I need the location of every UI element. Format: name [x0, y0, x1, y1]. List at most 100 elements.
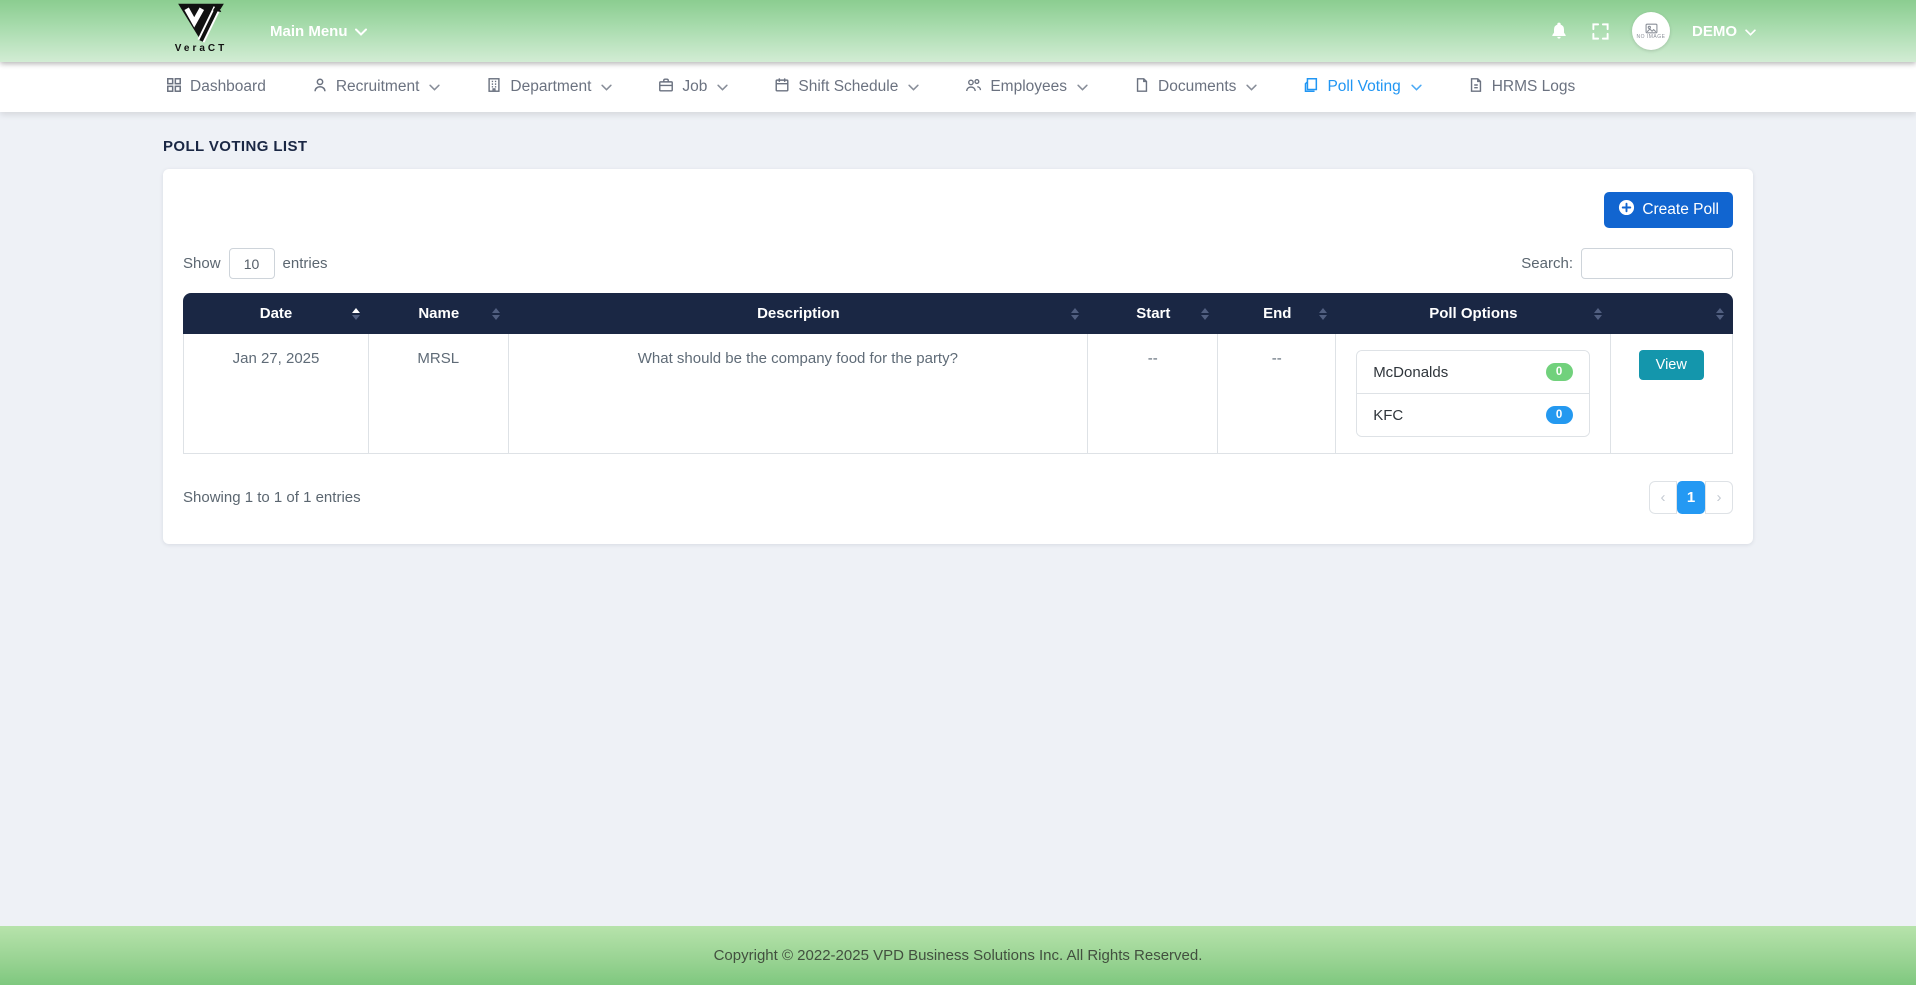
search-input[interactable] [1581, 248, 1733, 279]
nav-item-documents[interactable]: Documents [1134, 77, 1257, 98]
poll-list-card: Create Poll Show 10 entries Search: [163, 169, 1753, 544]
nav-item-recruitment[interactable]: Recruitment [312, 77, 441, 98]
poll-option-label: McDonalds [1373, 364, 1448, 381]
cell-end: -- [1218, 334, 1336, 454]
nav-item-label: Poll Voting [1327, 78, 1400, 96]
app-root: VeraCT Main Menu NO IMAGE DEMO [0, 0, 1916, 985]
pagination-prev-button[interactable]: ‹ [1649, 481, 1677, 514]
topbar-actions: NO IMAGE DEMO [1549, 0, 1756, 62]
calendar-icon [774, 77, 790, 98]
nav-item-label: Shift Schedule [798, 78, 898, 96]
nav-item-label: Job [682, 78, 707, 96]
cell-date: Jan 27, 2025 [183, 334, 369, 454]
main-menu-button[interactable]: Main Menu [270, 23, 367, 40]
fullscreen-icon[interactable] [1591, 22, 1610, 41]
main-nav: Dashboard Recruitment Department Job Shi… [0, 62, 1916, 112]
chevron-down-icon [429, 78, 440, 96]
chevron-down-icon [601, 78, 612, 96]
table-row: Jan 27, 2025 MRSL What should be the com… [183, 334, 1733, 454]
poll-option-item: KFC 0 [1357, 393, 1588, 436]
column-header-description[interactable]: Description [509, 293, 1089, 334]
nav-item-shift-schedule[interactable]: Shift Schedule [774, 77, 919, 98]
building-icon [486, 77, 502, 98]
table-footer: Showing 1 to 1 of 1 entries ‹ 1 › [183, 481, 1733, 514]
poll-icon [1303, 77, 1319, 98]
sort-icon [352, 308, 360, 320]
chevron-down-icon [1745, 23, 1756, 40]
plus-circle-icon [1618, 199, 1635, 221]
entries-label: entries [283, 255, 328, 272]
table-controls: Show 10 entries Search: [183, 248, 1733, 279]
poll-option-count-badge: 0 [1546, 406, 1573, 424]
create-poll-label: Create Poll [1642, 201, 1719, 219]
search-control: Search: [1521, 248, 1733, 279]
nav-item-employees[interactable]: Employees [965, 77, 1088, 98]
column-header-end[interactable]: End [1218, 293, 1336, 334]
cell-actions: View [1611, 334, 1733, 454]
avatar[interactable]: NO IMAGE [1632, 12, 1670, 50]
people-icon [965, 77, 982, 98]
nav-item-label: Dashboard [190, 78, 266, 96]
poll-option-item: McDonalds 0 [1357, 351, 1588, 393]
cell-description: What should be the company food for the … [509, 334, 1089, 454]
card-toolbar: Create Poll [183, 192, 1733, 228]
user-menu[interactable]: DEMO [1692, 23, 1756, 40]
view-button[interactable]: View [1639, 350, 1704, 380]
page-title: POLL VOTING LIST [163, 138, 1753, 155]
main-menu-label: Main Menu [270, 23, 348, 40]
nav-item-label: Recruitment [336, 78, 420, 96]
copyright-text: Copyright © 2022-2025 VPD Business Solut… [714, 947, 1203, 964]
pagination-page-1-button[interactable]: 1 [1677, 481, 1705, 514]
nav-item-hrms-logs[interactable]: HRMS Logs [1468, 77, 1576, 98]
column-header-poll-options[interactable]: Poll Options [1336, 293, 1610, 334]
poll-options-list: McDonalds 0 KFC 0 [1356, 350, 1589, 437]
column-header-actions[interactable] [1611, 293, 1733, 334]
chevron-down-icon [717, 78, 728, 96]
cell-name: MRSL [369, 334, 509, 454]
create-poll-button[interactable]: Create Poll [1604, 192, 1733, 228]
cell-poll-options: McDonalds 0 KFC 0 [1336, 334, 1610, 454]
main-content: POLL VOTING LIST Create Poll Show 10 ent… [0, 112, 1916, 926]
log-file-icon [1468, 77, 1484, 98]
page-length-select[interactable]: 10 [229, 248, 275, 279]
sort-icon [1594, 308, 1602, 320]
column-header-start[interactable]: Start [1088, 293, 1218, 334]
chevron-down-icon [1411, 78, 1422, 96]
sort-icon [1319, 308, 1327, 320]
nav-item-label: Department [510, 78, 591, 96]
nav-item-label: HRMS Logs [1492, 78, 1576, 96]
sort-icon [492, 308, 500, 320]
poll-option-count-badge: 0 [1546, 363, 1573, 381]
nav-item-dashboard[interactable]: Dashboard [166, 77, 266, 98]
nav-item-label: Documents [1158, 78, 1236, 96]
length-control: Show 10 entries [183, 248, 328, 279]
sort-icon [1071, 308, 1079, 320]
nav-item-job[interactable]: Job [658, 77, 728, 98]
pagination-next-button[interactable]: › [1705, 481, 1733, 514]
chevron-down-icon [908, 78, 919, 96]
cell-start: -- [1088, 334, 1218, 454]
document-icon [1134, 77, 1150, 98]
sort-icon [1716, 308, 1724, 320]
pagination: ‹ 1 › [1649, 481, 1733, 514]
avatar-placeholder-text: NO IMAGE [1636, 34, 1665, 40]
poll-table: Date Name Description Start End Poll Opt… [183, 293, 1733, 454]
nav-item-label: Employees [990, 78, 1067, 96]
chevron-down-icon [1077, 78, 1088, 96]
poll-option-label: KFC [1373, 407, 1403, 424]
table-info: Showing 1 to 1 of 1 entries [183, 489, 361, 506]
nav-item-poll-voting[interactable]: Poll Voting [1303, 77, 1421, 98]
briefcase-icon [658, 77, 674, 98]
brand-logo[interactable]: VeraCT [166, 2, 236, 54]
column-header-name[interactable]: Name [369, 293, 509, 334]
search-label: Search: [1521, 255, 1573, 272]
user-name: DEMO [1692, 23, 1737, 40]
show-label: Show [183, 255, 221, 272]
notifications-bell-icon[interactable] [1549, 21, 1569, 41]
footer: Copyright © 2022-2025 VPD Business Solut… [0, 926, 1916, 985]
column-header-date[interactable]: Date [183, 293, 369, 334]
brand-logo-icon [166, 2, 236, 46]
chevron-down-icon [355, 23, 367, 40]
nav-item-department[interactable]: Department [486, 77, 612, 98]
brand-logo-text: VeraCT [166, 43, 236, 54]
